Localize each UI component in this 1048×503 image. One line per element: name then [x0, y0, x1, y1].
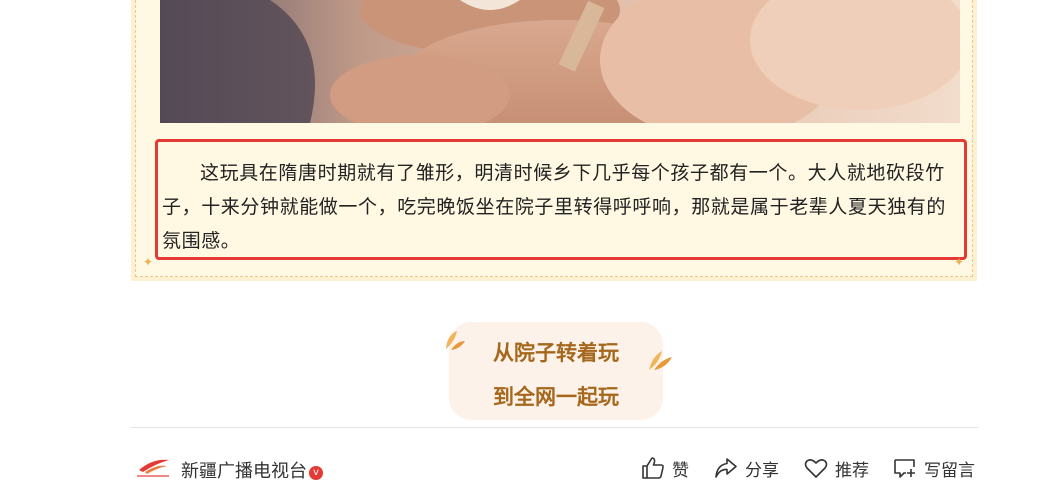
article-card-inner: 这玩具在隋唐时期就有了雏形，明清时候乡下几乎每个孩子都有一个。大人就地砍段竹子，… — [135, 0, 973, 277]
banner-line-1: 从院子转着玩 — [493, 341, 619, 365]
account-name-label[interactable]: 新疆广播电视台 — [181, 461, 307, 482]
verified-badge-icon: v — [309, 466, 323, 480]
article-paragraph: 这玩具在隋唐时期就有了雏形，明清时候乡下几乎每个孩子都有一个。大人就地砍段竹子，… — [162, 162, 947, 252]
share-button[interactable]: 分享 — [713, 454, 779, 482]
comment-label: 写留言 — [924, 460, 975, 481]
account-name[interactable]: 新疆广播电视台 v — [181, 457, 323, 483]
share-icon — [715, 458, 737, 478]
comment-icon — [894, 459, 915, 478]
banner-line-2: 到全网一起玩 — [493, 385, 619, 409]
station-logo[interactable] — [133, 454, 173, 480]
like-button[interactable]: 赞 — [640, 454, 689, 482]
sparkle-icon: ✦ — [143, 255, 154, 269]
recommend-button[interactable]: 推荐 — [803, 454, 869, 482]
section-banner: 从院子转着玩 到全网一起玩 — [449, 322, 663, 420]
like-label: 赞 — [672, 460, 689, 481]
article-photo — [160, 0, 960, 123]
share-label: 分享 — [745, 460, 779, 481]
article-card: 这玩具在隋唐时期就有了雏形，明清时候乡下几乎每个孩子都有一个。大人就地砍段竹子，… — [131, 0, 977, 281]
article-footer: 新疆广播电视台 v 赞 分享 推荐 写留言 — [131, 448, 981, 488]
thumbs-up-icon — [642, 457, 664, 479]
comment-button[interactable]: 写留言 — [892, 454, 975, 482]
recommend-label: 推荐 — [835, 460, 869, 481]
highlighted-text-box: 这玩具在隋唐时期就有了雏形，明清时候乡下几乎每个孩子都有一个。大人就地砍段竹子，… — [155, 139, 967, 260]
leaf-icon — [649, 351, 672, 370]
heart-icon — [804, 459, 828, 478]
footer-divider — [131, 427, 978, 428]
leaf-icon — [446, 331, 465, 350]
sparkle-icon: ✦ — [953, 255, 964, 269]
photo-image — [160, 0, 960, 123]
